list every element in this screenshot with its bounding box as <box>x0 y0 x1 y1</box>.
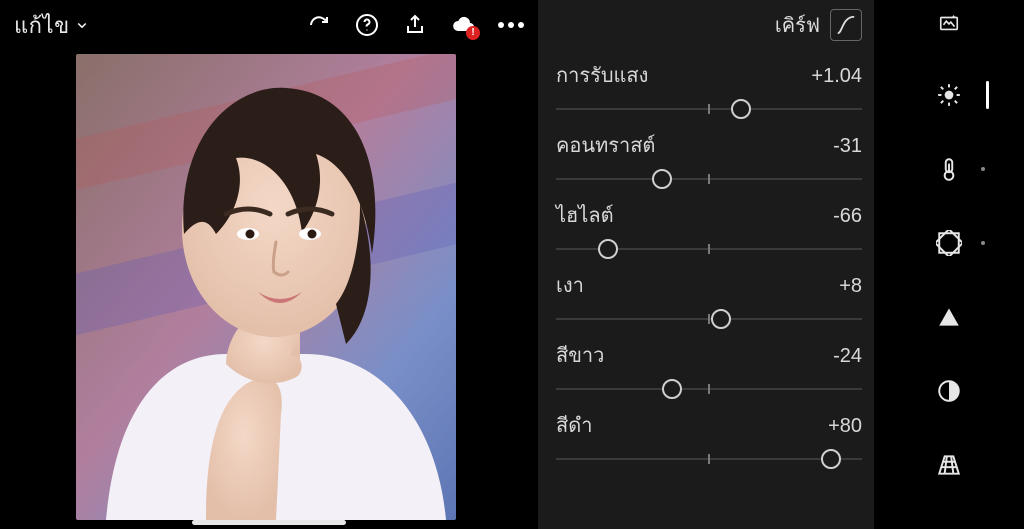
slider-track[interactable] <box>556 238 862 260</box>
slider-value: -24 <box>833 344 862 368</box>
slider-track[interactable] <box>556 168 862 190</box>
slider-row: เงา +8 <box>556 274 862 330</box>
tool-optics[interactable] <box>933 378 965 404</box>
active-tool-indicator <box>986 81 989 109</box>
slider-label: คอนทราสต์ <box>556 134 655 158</box>
slider-label: สีดำ <box>556 414 592 438</box>
cloud-sync-button[interactable]: ! <box>450 12 476 38</box>
slider-row: การรับแสง +1.04 <box>556 64 862 120</box>
tool-color[interactable] <box>933 156 965 182</box>
chevron-down-icon <box>76 19 88 31</box>
slider-knob[interactable] <box>731 99 751 119</box>
slider-label: เงา <box>556 274 584 298</box>
slider-value: +8 <box>839 274 862 298</box>
slider-row: คอนทราสต์ -31 <box>556 134 862 190</box>
geometry-grid-icon <box>936 452 962 478</box>
panel-indicator-dot <box>981 241 985 245</box>
tool-auto[interactable] <box>933 12 965 34</box>
photo-preview[interactable] <box>76 54 456 520</box>
tool-geometry[interactable] <box>933 452 965 478</box>
curve-icon <box>835 14 857 36</box>
slider-knob[interactable] <box>821 449 841 469</box>
slider-row: สีขาว -24 <box>556 344 862 400</box>
help-button[interactable] <box>354 12 380 38</box>
curve-label: เคิร์ฟ <box>775 9 820 41</box>
slider-knob[interactable] <box>711 309 731 329</box>
slider-track[interactable] <box>556 308 862 330</box>
slider-knob[interactable] <box>652 169 672 189</box>
slider-row: ไฮไลต์ -66 <box>556 204 862 260</box>
slider-knob[interactable] <box>662 379 682 399</box>
home-indicator[interactable] <box>192 520 346 525</box>
effects-frame-icon <box>936 230 962 256</box>
slider-track[interactable] <box>556 98 862 120</box>
top-toolbar: แก้ไข ! <box>0 0 538 50</box>
light-adjust-icon <box>936 82 962 108</box>
edit-mode-dropdown[interactable]: แก้ไข <box>14 8 88 43</box>
slider-label: ไฮไลต์ <box>556 204 614 228</box>
sync-alert-badge: ! <box>466 26 480 40</box>
ellipsis-icon <box>498 22 524 28</box>
edit-mode-label: แก้ไข <box>14 8 70 43</box>
slider-track[interactable] <box>556 448 862 470</box>
slider-value: +1.04 <box>811 64 862 88</box>
slider-row: สีดำ +80 <box>556 414 862 470</box>
share-button[interactable] <box>402 12 428 38</box>
optics-lens-icon <box>936 378 962 404</box>
tone-curve-button[interactable] <box>830 9 862 41</box>
slider-label: สีขาว <box>556 344 604 368</box>
slider-value: -66 <box>833 204 862 228</box>
slider-value: -31 <box>833 134 862 158</box>
slider-value: +80 <box>828 414 862 438</box>
slider-label: การรับแสง <box>556 64 648 88</box>
tool-effects[interactable] <box>933 230 965 256</box>
slider-knob[interactable] <box>598 239 618 259</box>
tool-light[interactable] <box>933 82 965 108</box>
auto-enhance-icon <box>938 12 960 34</box>
photo-canvas-area: แก้ไข ! <box>0 0 538 529</box>
tool-detail[interactable] <box>933 304 965 330</box>
panel-indicator-dot <box>981 167 985 171</box>
color-temp-icon <box>936 156 962 182</box>
more-menu-button[interactable] <box>498 12 524 38</box>
redo-button[interactable] <box>306 12 332 38</box>
slider-track[interactable] <box>556 378 862 400</box>
adjustments-panel: เคิร์ฟ การรับแสง +1.04 คอนทราสต์ -31 ไฮไลต์ -… <box>538 0 874 529</box>
right-tool-strip <box>874 0 1024 529</box>
detail-triangle-icon <box>936 304 962 330</box>
